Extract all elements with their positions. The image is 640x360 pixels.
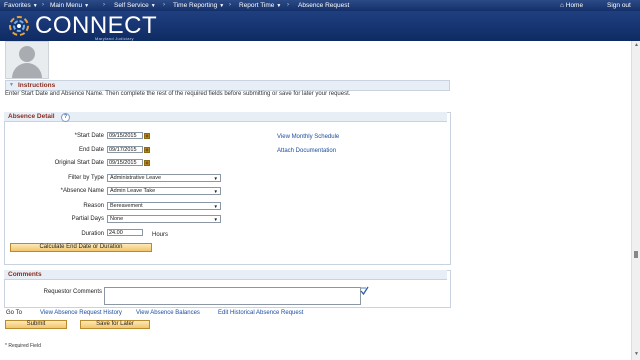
- separator-icon: ›: [103, 2, 105, 8]
- calculate-end-date-button[interactable]: Calculate End Date or Duration: [10, 243, 152, 252]
- report-time-label: Report Time: [239, 2, 275, 9]
- comments-header: Comments: [4, 270, 447, 280]
- main-menu-label: Main Menu: [50, 2, 83, 9]
- report-time-menu[interactable]: Report Time ▼: [239, 2, 281, 9]
- original-start-date-input[interactable]: 09/15/2015: [107, 159, 143, 166]
- avatar-head: [19, 46, 35, 62]
- sign-out-link[interactable]: Sign out: [607, 2, 631, 9]
- time-reporting-label: Time Reporting: [173, 2, 218, 9]
- chevron-down-icon: ▼: [276, 3, 282, 9]
- duration-label: Duration: [81, 231, 104, 237]
- logo-subtitle: Maryland Judiciary: [95, 36, 134, 41]
- view-absence-balances-link[interactable]: View Absence Balances: [136, 310, 200, 316]
- requestor-comments-label: Requestor Comments: [43, 289, 102, 295]
- original-start-date-label: Original Start Date: [54, 160, 104, 166]
- home-label: Home: [565, 2, 584, 9]
- connect-logo-icon: [9, 16, 29, 36]
- view-absence-history-link[interactable]: View Absence Request History: [40, 310, 122, 316]
- edit-historical-absence-link[interactable]: Edit Historical Absence Request: [218, 310, 303, 316]
- required-field-note: * Required Field: [5, 343, 41, 349]
- calendar-icon[interactable]: ▦: [144, 160, 150, 166]
- main-menu[interactable]: Main Menu ▼: [50, 2, 89, 9]
- scroll-down-icon[interactable]: ▼: [634, 351, 639, 357]
- avatar-shoulders: [12, 63, 42, 78]
- start-date-label: *Start Date: [74, 133, 104, 139]
- top-nav-bar: Favorites ▼ › Main Menu ▼ › Self Service ▼ …: [0, 0, 640, 11]
- end-date-input[interactable]: 09/17/2015: [107, 146, 143, 153]
- vertical-scrollbar[interactable]: ▲ ▼: [631, 41, 640, 360]
- submit-button[interactable]: Submit: [5, 320, 67, 329]
- spell-check-icon[interactable]: [360, 286, 369, 295]
- chevron-down-icon: ▼: [32, 3, 38, 9]
- time-reporting-menu[interactable]: Time Reporting ▼: [173, 2, 224, 9]
- reason-label: Reason: [83, 203, 104, 209]
- duration-unit: Hours: [152, 232, 169, 238]
- duration-input[interactable]: 24.00: [107, 229, 143, 236]
- scroll-up-icon[interactable]: ▲: [634, 42, 639, 48]
- home-link[interactable]: ⌂ Home: [560, 2, 583, 9]
- calendar-icon[interactable]: ▦: [144, 147, 150, 153]
- instructions-title: Instructions: [18, 82, 56, 89]
- filter-by-type-label: Filter by Type: [68, 175, 104, 181]
- absence-name-label: *Absence Name: [60, 188, 104, 194]
- avatar: [5, 41, 49, 79]
- filter-by-type-select[interactable]: Administrative Leave ▼: [107, 174, 221, 182]
- calendar-icon[interactable]: ▦: [144, 133, 150, 139]
- save-for-later-button[interactable]: Save for Later: [80, 320, 150, 329]
- chevron-down-icon: ▼: [213, 217, 218, 222]
- separator-icon: ›: [163, 2, 165, 8]
- home-icon: ⌂: [560, 2, 564, 9]
- separator-icon: ›: [42, 2, 44, 8]
- requestor-comments-textarea[interactable]: [104, 287, 361, 305]
- separator-icon: ›: [287, 2, 289, 8]
- self-service-menu[interactable]: Self Service ▼: [114, 2, 156, 9]
- absence-detail-header: Absence Detail ?: [4, 112, 447, 122]
- filter-by-type-value: Administrative Leave: [110, 175, 162, 181]
- absence-name-value: Admin Leave Take: [110, 188, 156, 194]
- goto-label: Go To: [6, 310, 22, 316]
- favorites-menu[interactable]: Favorites ▼: [4, 2, 38, 9]
- collapse-triangle-icon: ▼: [9, 82, 14, 88]
- absence-detail-title: Absence Detail: [8, 113, 55, 120]
- separator-icon: ›: [229, 2, 231, 8]
- chevron-down-icon: ▼: [150, 3, 156, 9]
- chevron-down-icon: ▼: [219, 3, 225, 9]
- chevron-down-icon: ▼: [84, 3, 90, 9]
- partial-days-select[interactable]: None ▼: [107, 215, 221, 223]
- scroll-grip[interactable]: [634, 251, 638, 258]
- partial-days-label: Partial Days: [71, 216, 104, 222]
- absence-request-crumb[interactable]: Absence Request: [298, 2, 349, 9]
- comments-title: Comments: [8, 271, 42, 278]
- self-service-label: Self Service: [114, 2, 149, 9]
- reason-select[interactable]: Bereavement ▼: [107, 202, 221, 210]
- chevron-down-icon: ▼: [213, 204, 218, 209]
- chevron-down-icon: ▼: [213, 189, 218, 194]
- help-icon[interactable]: ?: [61, 113, 70, 122]
- view-monthly-schedule-link[interactable]: View Monthly Schedule: [277, 134, 339, 140]
- reason-value: Bereavement: [110, 203, 143, 209]
- favorites-label: Favorites: [4, 2, 31, 9]
- chevron-down-icon: ▼: [213, 176, 218, 181]
- absence-name-select[interactable]: Admin Leave Take ▼: [107, 187, 221, 195]
- banner: CONNECT Maryland Judiciary: [0, 11, 640, 41]
- end-date-label: End Date: [78, 147, 104, 153]
- attach-documentation-link[interactable]: Attach Documentation: [277, 148, 336, 154]
- instructions-text: Enter Start Date and Absence Name. Then …: [5, 91, 351, 97]
- partial-days-value: None: [110, 216, 124, 222]
- start-date-input[interactable]: 09/15/2015: [107, 132, 143, 139]
- instructions-header[interactable]: ▼ Instructions: [5, 80, 450, 91]
